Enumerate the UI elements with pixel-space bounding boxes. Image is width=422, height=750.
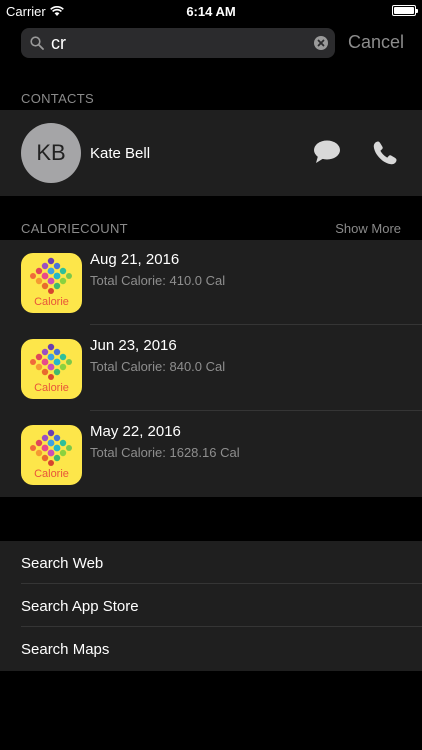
battery-fill (394, 7, 414, 14)
row-divider (90, 410, 422, 411)
clock: 6:14 AM (186, 4, 236, 19)
calorie-date: May 22, 2016 (90, 423, 181, 440)
caloriecount-section-header: CALORIECOUNT Show More (21, 221, 422, 241)
calorie-icon-text: Calorie (34, 382, 69, 394)
calorie-total: Total Calorie: 410.0 Cal (90, 273, 226, 288)
calorie-app-icon: Calorie (21, 339, 82, 399)
calorie-result-row[interactable]: Calorie May 22, 2016 Total Calorie: 1628… (0, 412, 422, 497)
search-web-item[interactable]: Search Web (0, 541, 422, 584)
calorie-total: Total Calorie: 840.0 Cal (90, 359, 226, 374)
search-maps-item[interactable]: Search Maps (0, 627, 422, 670)
battery-icon (392, 5, 418, 16)
calorie-app-icon: Calorie (21, 425, 82, 485)
calorie-date: Jun 23, 2016 (90, 337, 177, 354)
calorie-icon-text: Calorie (34, 296, 69, 308)
phone-icon[interactable] (372, 140, 398, 166)
calorie-logo-icon: Calorie (30, 257, 72, 308)
search-app-store-label: Search App Store (21, 598, 139, 615)
contact-name: Kate Bell (90, 145, 151, 162)
calorie-result-row[interactable]: Calorie Jun 23, 2016 Total Calorie: 840.… (0, 326, 422, 411)
search-app-store-item[interactable]: Search App Store (0, 584, 422, 627)
status-bar: Carrier 6:14 AM (0, 0, 422, 22)
calorie-total: Total Calorie: 1628.16 Cal (90, 445, 240, 460)
row-divider (90, 324, 422, 325)
clear-search-icon[interactable] (314, 36, 328, 50)
calorie-app-icon: Calorie (21, 253, 82, 313)
contacts-section-header: CONTACTS (21, 91, 422, 111)
search-maps-label: Search Maps (21, 641, 110, 658)
caloriecount-header-label: CALORIECOUNT (21, 221, 128, 236)
message-icon[interactable] (313, 140, 341, 164)
search-icon (30, 36, 44, 50)
calorie-icon-text: Calorie (34, 468, 69, 480)
search-input[interactable] (51, 31, 301, 55)
avatar: KB (21, 123, 81, 183)
calorie-result-row[interactable]: Calorie Aug 21, 2016 Total Calorie: 410.… (0, 240, 422, 325)
calorie-date: Aug 21, 2016 (90, 251, 180, 268)
search-options: Search Web Search App Store Search Maps (0, 541, 422, 671)
search-row: Cancel (21, 28, 422, 58)
contact-row[interactable]: KB Kate Bell (0, 110, 422, 196)
contacts-header-label: CONTACTS (21, 91, 94, 106)
cancel-button[interactable]: Cancel (348, 32, 404, 53)
caloriecount-results: Calorie Aug 21, 2016 Total Calorie: 410.… (0, 240, 422, 497)
calorie-logo-icon: Calorie (30, 429, 72, 480)
search-web-label: Search Web (21, 555, 104, 572)
show-more-button[interactable]: Show More (335, 221, 401, 236)
calorie-logo-icon: Calorie (30, 343, 72, 394)
search-field[interactable] (21, 28, 335, 58)
